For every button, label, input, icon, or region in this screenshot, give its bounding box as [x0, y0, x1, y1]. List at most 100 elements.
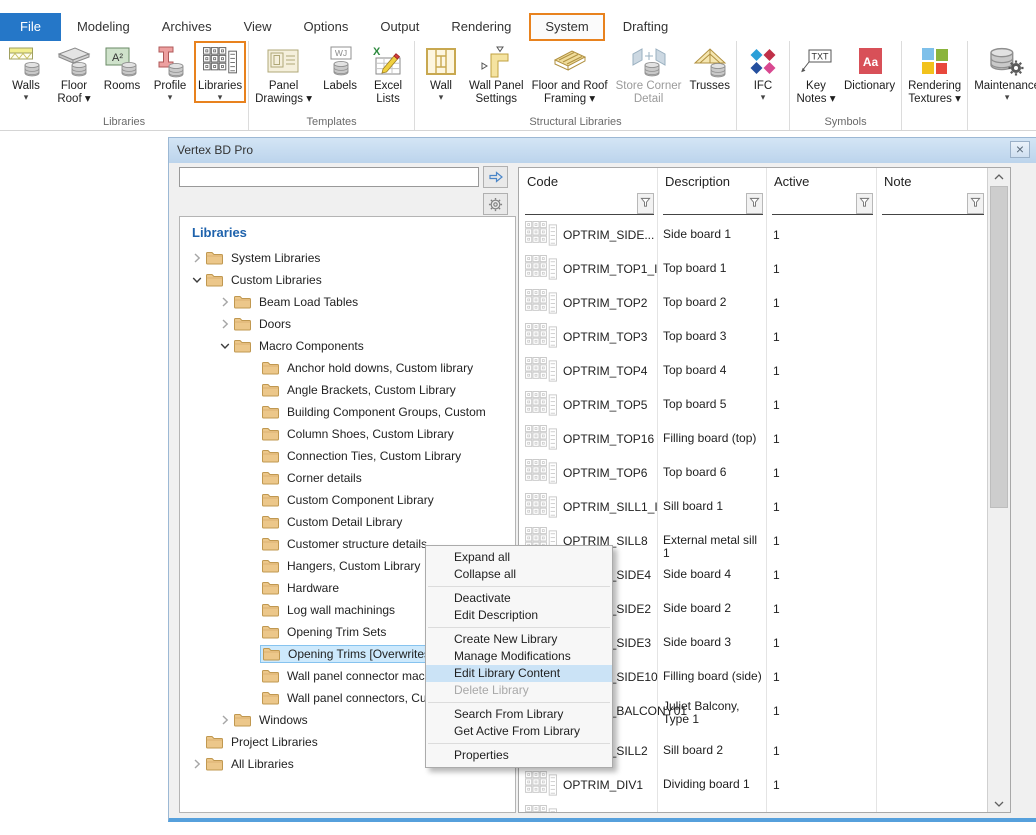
table-row-optrim-top5[interactable]: OPTRIM_TOP5Top board 51	[519, 388, 987, 422]
tab-options[interactable]: Options	[288, 13, 365, 41]
table-row-optrim-div1[interactable]: OPTRIM_DIV1Dividing board 11	[519, 768, 987, 802]
tree-item-custom-detail-library[interactable]: Custom Detail Library	[180, 511, 515, 533]
menu-item-expand-all[interactable]: Expand all	[426, 549, 612, 566]
chevron-collapsed-icon[interactable]	[216, 713, 234, 727]
cell-code: OPTRIM_SIDE...	[563, 228, 654, 242]
column-header-active[interactable]: Active	[766, 168, 876, 218]
menu-item-manage-modifications[interactable]: Manage Modifications	[426, 648, 612, 665]
chevron-expanded-icon[interactable]	[216, 339, 234, 353]
tree-item-angle-brackets-custom-library[interactable]: Angle Brackets, Custom Library	[180, 379, 515, 401]
dialog-titlebar[interactable]: Vertex BD Pro ×	[169, 138, 1036, 163]
tree-item-anchor-hold-downs-custom-library[interactable]: Anchor hold downs, Custom library	[180, 357, 515, 379]
ribbon-button-libraries[interactable]: Libraries▾	[194, 41, 246, 103]
tab-archives[interactable]: Archives	[146, 13, 228, 41]
tree-item-connection-ties-custom-library[interactable]: Connection Ties, Custom Library	[180, 445, 515, 467]
chevron-collapsed-icon[interactable]	[188, 757, 206, 771]
table-row-optrim-top4[interactable]: OPTRIM_TOP4Top board 41	[519, 354, 987, 388]
tree-item-beam-load-tables[interactable]: Beam Load Tables	[180, 291, 515, 313]
table-row-optrim-sill1-i[interactable]: OPTRIM_SILL1_ISill board 11	[519, 490, 987, 524]
filter-input-active[interactable]	[772, 214, 873, 215]
ribbon-button-rooms[interactable]: A²Rooms	[98, 41, 146, 93]
ribbon-button-ifc[interactable]: IFC▾	[739, 41, 787, 101]
search-input[interactable]	[179, 167, 479, 187]
menu-item-edit-description[interactable]: Edit Description	[426, 607, 612, 624]
tab-system[interactable]: System	[529, 13, 604, 41]
tree-item-label: All Libraries	[227, 757, 294, 771]
menu-item-collapse-all[interactable]: Collapse all	[426, 566, 612, 583]
tab-file[interactable]: File	[0, 13, 61, 41]
chevron-collapsed-icon[interactable]	[188, 251, 206, 265]
tree-item-doors[interactable]: Doors	[180, 313, 515, 335]
filter-input-description[interactable]	[663, 214, 763, 215]
panel-drawings-icon	[267, 43, 301, 80]
filter-input-code[interactable]	[525, 214, 654, 215]
cell-description: Filling board (top)	[663, 432, 763, 445]
cell-active: 1	[773, 432, 780, 446]
tree-item-system-libraries[interactable]: System Libraries	[180, 247, 515, 269]
table-row-optrim-top3[interactable]: OPTRIM_TOP3Top board 31	[519, 320, 987, 354]
cell-active: 1	[773, 466, 780, 480]
ribbon-button-label: Floor and Roof	[532, 80, 608, 93]
tab-drafting[interactable]: Drafting	[607, 13, 685, 41]
filter-input-note[interactable]	[882, 214, 984, 215]
vertical-scrollbar[interactable]	[987, 168, 1010, 812]
ribbon-button-trusses[interactable]: Trusses	[685, 41, 733, 93]
tab-output[interactable]: Output	[364, 13, 435, 41]
tree-item-macro-components[interactable]: Macro Components	[180, 335, 515, 357]
ribbon-button-maintenance[interactable]: Maintenance▾	[970, 41, 1036, 101]
menu-item-properties[interactable]: Properties	[426, 747, 612, 764]
ribbon-button-excel-lists[interactable]: XExcelLists	[364, 41, 412, 106]
search-go-button[interactable]	[483, 166, 508, 188]
tree-item-custom-libraries[interactable]: Custom Libraries	[180, 269, 515, 291]
cell-active: 1	[773, 670, 780, 684]
table-row-optrim-top16[interactable]: OPTRIM_TOP16Filling board (top)1	[519, 422, 987, 456]
chevron-expanded-icon[interactable]	[188, 273, 206, 287]
settings-button[interactable]	[483, 193, 508, 215]
scrollbar-thumb[interactable]	[990, 186, 1008, 508]
table-row-optrim-top2[interactable]: OPTRIM_TOP2Top board 21	[519, 286, 987, 320]
column-title: Active	[766, 168, 876, 189]
ribbon-button-panel-drawings[interactable]: PanelDrawings ▾	[251, 41, 316, 106]
chevron-collapsed-icon[interactable]	[216, 317, 234, 331]
tree-item-building-component-groups-custom[interactable]: Building Component Groups, Custom	[180, 401, 515, 423]
ribbon-button-wall-panel-settings[interactable]: Wall PanelSettings	[465, 41, 528, 106]
filter-button-description[interactable]	[746, 193, 763, 214]
filter-button-active[interactable]	[856, 193, 873, 214]
column-header-note[interactable]: Note	[876, 168, 987, 218]
tab-rendering[interactable]: Rendering	[435, 13, 527, 41]
close-icon[interactable]: ×	[1010, 141, 1030, 158]
tree-item-column-shoes-custom-library[interactable]: Column Shoes, Custom Library	[180, 423, 515, 445]
tab-modeling[interactable]: Modeling	[61, 13, 146, 41]
table-row-optrim-top1-i[interactable]: OPTRIM_TOP1_ITop board 11	[519, 252, 987, 286]
filter-button-note[interactable]	[967, 193, 984, 214]
ribbon-button-dictionary[interactable]: AaDictionary	[840, 41, 899, 93]
menu-item-deactivate[interactable]: Deactivate	[426, 590, 612, 607]
tab-view[interactable]: View	[228, 13, 288, 41]
table-row-optrim-side[interactable]: OPTRIM_SIDE...Side board 1 (angle)1	[519, 802, 987, 813]
ribbon-button-rendering-textures[interactable]: RenderingTextures ▾	[904, 41, 965, 106]
ribbon-button-floor-roof[interactable]: FloorRoof ▾	[50, 41, 98, 106]
column-header-code[interactable]: Code	[519, 168, 657, 218]
table-row-optrim-top6[interactable]: OPTRIM_TOP6Top board 61	[519, 456, 987, 490]
ribbon-button-walls[interactable]: Walls▾	[2, 41, 50, 101]
scroll-down-button[interactable]	[988, 795, 1010, 812]
scroll-up-button[interactable]	[988, 168, 1010, 185]
menu-item-create-new-library[interactable]: Create New Library	[426, 631, 612, 648]
menu-item-get-active-from-library[interactable]: Get Active From Library	[426, 723, 612, 740]
cell-active: 1	[773, 330, 780, 344]
ribbon-button-wall[interactable]: Wall▾	[417, 41, 465, 101]
tree-item-corner-details[interactable]: Corner details	[180, 467, 515, 489]
ribbon-button-labels[interactable]: WJLabels	[316, 41, 364, 93]
filter-button-code[interactable]	[637, 193, 654, 214]
table-row-optrim-side[interactable]: OPTRIM_SIDE...Side board 11	[519, 218, 987, 252]
ribbon-button-profile[interactable]: Profile▾	[146, 41, 194, 101]
chevron-collapsed-icon[interactable]	[216, 295, 234, 309]
tree-item-custom-component-library[interactable]: Custom Component Library	[180, 489, 515, 511]
menu-item-edit-library-content[interactable]: Edit Library Content	[426, 665, 612, 682]
ribbon-button-floor-and-roof-framing[interactable]: Floor and RoofFraming ▾	[528, 41, 612, 106]
ribbon-group-label	[739, 115, 787, 130]
wall-panel-settings-icon	[479, 43, 513, 80]
column-header-description[interactable]: Description	[657, 168, 766, 218]
ribbon-button-key-notes[interactable]: TXTKeyNotes ▾	[792, 41, 840, 106]
menu-item-search-from-library[interactable]: Search From Library	[426, 706, 612, 723]
